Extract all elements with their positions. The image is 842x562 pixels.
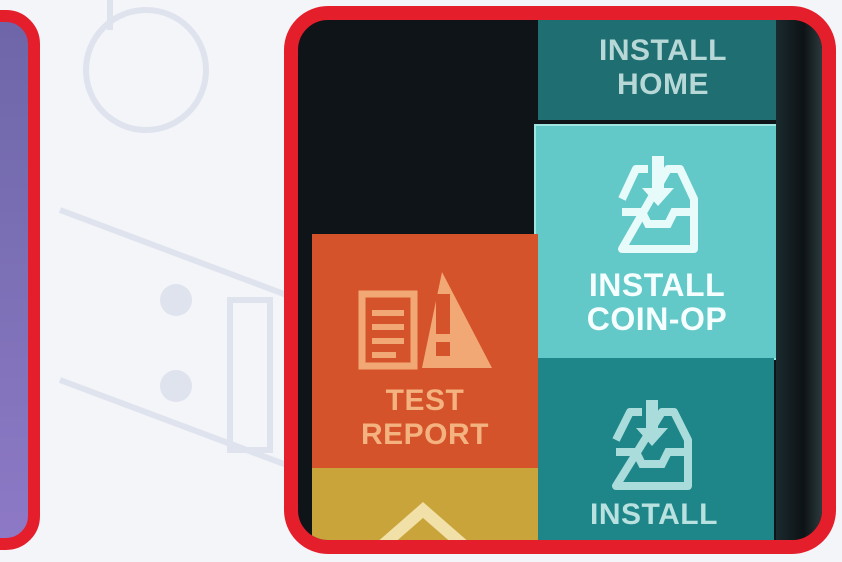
home-tile[interactable] bbox=[312, 468, 538, 540]
test-report-line1: TEST bbox=[385, 384, 465, 417]
install-coinop-line2: COIN-OP bbox=[586, 301, 728, 337]
test-report-label: TEST REPORT bbox=[312, 384, 538, 452]
install-tray-icon bbox=[612, 400, 692, 490]
install-ball-tile[interactable]: INSTALL bbox=[534, 358, 774, 540]
install-coinop-tile[interactable]: INSTALL COIN-OP bbox=[534, 124, 780, 360]
install-home-tile[interactable]: INSTALL HOME bbox=[538, 20, 788, 120]
test-report-line2: REPORT bbox=[360, 418, 489, 451]
install-coinop-line1: INSTALL bbox=[588, 267, 726, 303]
install-ball-label: INSTALL bbox=[590, 498, 718, 531]
adjacent-screenshot-panel bbox=[0, 10, 40, 550]
install-coinop-label: INSTALL COIN-OP bbox=[534, 268, 780, 336]
house-icon bbox=[379, 502, 467, 540]
report-warning-icon bbox=[358, 272, 492, 370]
test-report-tile[interactable]: TEST REPORT bbox=[312, 234, 538, 470]
menu-screen: INSTALL HOME INSTALL COIN-OP INSTALL TES… bbox=[298, 20, 822, 540]
install-home-label: INSTALL HOME bbox=[538, 34, 788, 102]
install-home-line1: INSTALL bbox=[599, 34, 727, 67]
install-home-line2: HOME bbox=[617, 68, 709, 101]
screenshot-frame: INSTALL HOME INSTALL COIN-OP INSTALL TES… bbox=[284, 6, 836, 554]
screen-bezel-edge bbox=[776, 20, 822, 540]
install-tray-icon bbox=[618, 156, 698, 253]
